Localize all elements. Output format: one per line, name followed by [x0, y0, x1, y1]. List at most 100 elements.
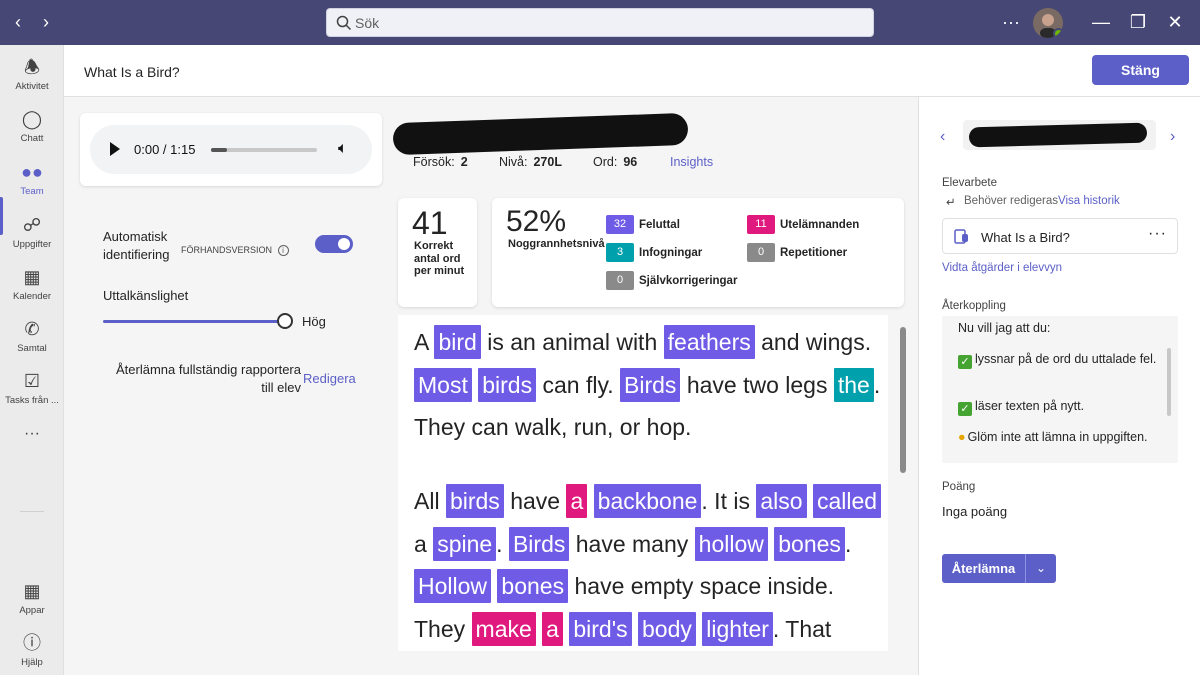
reading-progress-icon — [954, 229, 968, 244]
pronunciation-slider[interactable] — [103, 313, 293, 329]
rail-item-label: Uppgifter — [12, 239, 52, 250]
passage-text: and wings. — [761, 329, 872, 355]
insertion-badge[interactable]: 3 — [606, 243, 634, 262]
close-button[interactable]: Stäng — [1092, 55, 1189, 85]
chevron-down-icon[interactable]: ⌄ — [1026, 554, 1056, 583]
insights-link[interactable]: Insights — [670, 155, 713, 169]
play-icon[interactable] — [110, 142, 120, 156]
rail-item-label: Kalender — [12, 291, 52, 302]
slider-thumb[interactable] — [277, 313, 293, 329]
checkmark-icon: ✓ — [958, 355, 972, 369]
rail-item-calendar[interactable]: ▦ Kalender — [0, 265, 64, 302]
passage-text: They can walk, run, or hop. — [414, 414, 692, 441]
passage-text: have many — [575, 530, 689, 557]
rail-item-apps[interactable]: ▦ Appar — [0, 579, 64, 616]
mispronounced-word[interactable]: body — [638, 611, 696, 646]
rail-item-help[interactable]: ⓘ Hjälp — [0, 631, 64, 668]
wcpm-value: 41 — [412, 205, 448, 241]
repetition-badge[interactable]: 0 — [747, 243, 775, 262]
rail-item-chat[interactable]: ◯ Chatt — [0, 107, 64, 144]
mispronounced-word[interactable]: bird — [434, 325, 481, 359]
feedback-text: läser texten på nytt. — [975, 399, 1085, 413]
omission-label: Utelämnanden — [780, 219, 860, 231]
mispronounced-word[interactable]: Birds — [620, 367, 681, 402]
mispronounced-word[interactable]: birds — [478, 367, 537, 402]
mispronounced-word[interactable]: bones — [774, 526, 845, 561]
info-icon[interactable]: i — [277, 245, 289, 256]
return-button[interactable]: Återlämna ⌄ — [942, 554, 1056, 583]
omitted-word[interactable]: a — [542, 611, 563, 646]
insertion-label: Infogningar — [639, 247, 703, 259]
omission-badge[interactable]: 11 — [747, 215, 775, 234]
rail-item-activity[interactable]: 🕭︎ Aktivitet — [0, 55, 64, 92]
level-value: 270L — [533, 155, 562, 169]
feedback-scrollbar[interactable] — [1167, 348, 1171, 416]
close-window-icon[interactable]: ✕ — [1164, 12, 1186, 32]
rail-item-assignments[interactable]: ☍ Uppgifter — [0, 213, 64, 250]
passage-scrollbar[interactable] — [900, 327, 906, 473]
maximize-icon[interactable]: ❐ — [1127, 12, 1149, 32]
mispronounced-word[interactable]: birds — [445, 484, 504, 518]
mispronounced-word[interactable]: called — [812, 484, 882, 518]
rail-item-label: Aktivitet — [15, 81, 49, 92]
rail-item-teams[interactable]: ●● Team — [0, 160, 64, 197]
tasks-icon: ☑ — [23, 371, 41, 391]
needs-editing-status: Behöver redigeras — [964, 195, 1058, 207]
passage-text: . — [844, 530, 852, 557]
mispronounced-word[interactable]: Most — [414, 367, 472, 402]
self-correction-badge[interactable]: 0 — [606, 271, 634, 290]
volume-icon[interactable]: 🔈︎ — [338, 140, 348, 158]
app-rail: 🕭︎ Aktivitet ◯ Chatt ●● Team ☍ Uppgifter… — [0, 45, 64, 675]
previous-student-icon[interactable]: ‹ — [940, 128, 945, 146]
mispronounced-word[interactable]: spine — [433, 526, 497, 561]
accuracy-card: 52% Noggrannhetsnivå 32 Feluttal 11 Utel… — [492, 198, 904, 307]
mispronounced-word[interactable]: also — [756, 484, 807, 518]
mispronunciation-badge[interactable]: 32 — [606, 215, 634, 234]
mispronounced-word[interactable]: bones — [497, 569, 569, 604]
view-history-link[interactable]: Visa historik — [1058, 195, 1120, 207]
passage-text: have — [510, 488, 561, 514]
edit-link[interactable]: Redigera — [303, 371, 356, 386]
rail-more-apps[interactable]: ··· — [0, 425, 64, 443]
rail-item-label: Appar — [19, 605, 45, 616]
mispronounced-word[interactable]: bird's — [569, 611, 632, 646]
student-selector-redacted[interactable] — [963, 120, 1156, 150]
rail-item-calls[interactable]: ✆ Samtal — [0, 317, 64, 354]
mispronounced-word[interactable]: hollow — [694, 526, 768, 561]
back-arrow-icon[interactable]: ‹ — [6, 10, 30, 34]
next-student-icon[interactable]: › — [1170, 128, 1175, 146]
more-icon: ··· — [24, 425, 40, 442]
more-options-icon[interactable]: ··· — [1148, 225, 1167, 243]
student-view-link[interactable]: Vidta åtgärder i elevvyn — [942, 262, 1062, 274]
rail-item-label: Chatt — [20, 133, 44, 144]
words-label: Ord: — [593, 155, 618, 169]
assignment-card[interactable]: What Is a Bird? ··· — [942, 218, 1178, 254]
forward-arrow-icon[interactable]: › — [34, 10, 58, 34]
auto-id-toggle[interactable] — [315, 235, 353, 253]
search-input[interactable]: Sök — [326, 8, 874, 37]
audio-controls: 0:00 / 1:15 🔈︎ — [90, 125, 372, 174]
level-label: Nivå: — [499, 155, 528, 169]
accuracy-value: 52% — [506, 205, 567, 238]
omitted-word[interactable]: a — [566, 484, 588, 518]
mispronounced-word[interactable]: backbone — [593, 484, 702, 518]
mispronounced-word[interactable]: Hollow — [414, 569, 492, 604]
feedback-box[interactable]: Nu vill jag att du: ✓ lyssnar på de ord d… — [942, 316, 1178, 463]
rail-item-tasks[interactable]: ☑ Tasks från ... — [0, 369, 64, 406]
avatar[interactable] — [1033, 8, 1063, 38]
minimize-icon[interactable]: — — [1090, 12, 1112, 32]
rail-item-label: Tasks från ... — [5, 395, 59, 406]
feedback-text: Glöm inte att lämna in uppgiften. — [967, 430, 1148, 444]
chat-icon: ◯ — [21, 109, 43, 129]
rail-item-label: Samtal — [17, 343, 47, 354]
inserted-word[interactable]: the — [833, 367, 874, 402]
mispronounced-word[interactable]: feathers — [663, 325, 755, 359]
mispronounced-word[interactable]: lighter — [702, 611, 773, 646]
student-work-label: Elevarbete — [942, 177, 997, 189]
omitted-word[interactable]: make — [471, 611, 536, 646]
return-button-label[interactable]: Återlämna — [942, 554, 1025, 583]
audio-seek-bar[interactable] — [211, 148, 317, 152]
more-options-icon[interactable]: ··· — [1000, 12, 1022, 32]
mispronounced-word[interactable]: Birds — [508, 526, 570, 561]
passage-text: is an animal with — [487, 329, 658, 355]
